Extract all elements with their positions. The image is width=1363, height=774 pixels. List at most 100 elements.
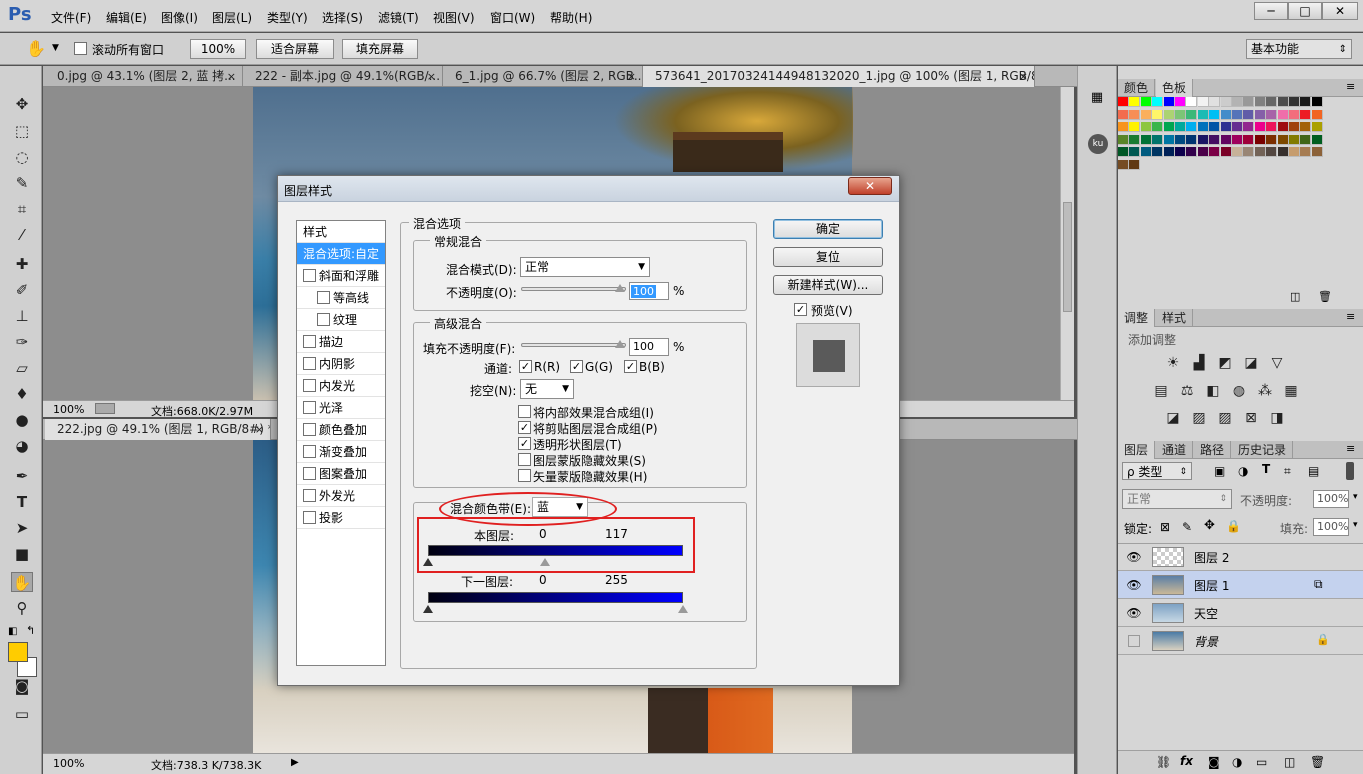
- color-swatch[interactable]: [1129, 159, 1141, 170]
- color-swatch[interactable]: [1232, 134, 1243, 145]
- fill-opacity-slider[interactable]: [521, 343, 626, 347]
- color-swatch[interactable]: [1152, 122, 1164, 132]
- tab-paths[interactable]: 路径: [1194, 441, 1232, 459]
- doc-tab-bottom[interactable]: 222.jpg @ 49.1% (图层 1, RGB/8#) * ×: [45, 419, 271, 440]
- color-swatch[interactable]: [1289, 122, 1300, 132]
- color-swatch[interactable]: [1243, 122, 1255, 132]
- color-swatch[interactable]: [1209, 147, 1221, 157]
- style-checkbox[interactable]: [303, 357, 316, 370]
- quick-mask-icon[interactable]: ◙: [11, 676, 33, 696]
- channel-g-checkbox[interactable]: ✓: [570, 360, 583, 373]
- fx-icon[interactable]: fx: [1180, 754, 1193, 768]
- menu-view[interactable]: 视图(V): [433, 9, 475, 26]
- style-checkbox[interactable]: [303, 511, 316, 524]
- path-select-tool-icon[interactable]: ➤: [11, 518, 33, 538]
- color-swatch[interactable]: [1289, 109, 1300, 120]
- color-swatch[interactable]: [1175, 97, 1186, 107]
- blur-tool-icon[interactable]: ●: [11, 410, 33, 430]
- color-swatch[interactable]: [1243, 109, 1255, 120]
- style-item[interactable]: 渐变叠加: [297, 441, 385, 463]
- color-swatch[interactable]: [1186, 109, 1198, 120]
- screen-mode-icon[interactable]: ▭: [11, 704, 33, 724]
- color-swatch[interactable]: [1311, 97, 1323, 107]
- color-swatch[interactable]: [1266, 147, 1278, 157]
- lock-transparent-icon[interactable]: ⊠: [1160, 520, 1170, 534]
- color-swatch[interactable]: [1197, 109, 1209, 120]
- layer-row-layer1[interactable]: 👁 图层 1 ⧉: [1118, 571, 1363, 599]
- hand-tool-icon[interactable]: ✋: [26, 39, 46, 58]
- black-white-icon[interactable]: ◧: [1204, 382, 1222, 400]
- color-swatch[interactable]: [1175, 147, 1186, 157]
- color-swatch[interactable]: [1197, 134, 1209, 145]
- color-swatch[interactable]: [1186, 147, 1198, 157]
- visibility-toggle-empty[interactable]: [1128, 635, 1140, 647]
- lasso-tool-icon[interactable]: ◌: [11, 147, 33, 167]
- color-swatch[interactable]: [1266, 122, 1278, 132]
- tab-swatches[interactable]: 色板: [1156, 79, 1194, 97]
- color-swatch[interactable]: [1266, 97, 1278, 107]
- close-icon[interactable]: ×: [1019, 66, 1028, 87]
- layer-name[interactable]: 天空: [1194, 605, 1218, 622]
- panel-menu-icon[interactable]: ≡: [1346, 442, 1355, 455]
- new-swatch-icon[interactable]: ◫: [1290, 290, 1300, 303]
- channel-b-checkbox[interactable]: ✓: [624, 360, 637, 373]
- eraser-tool-icon[interactable]: ▱: [11, 358, 33, 378]
- new-layer-icon[interactable]: ◫: [1284, 755, 1295, 769]
- layer-name[interactable]: 图层 2: [1194, 549, 1229, 566]
- style-checkbox[interactable]: [303, 489, 316, 502]
- color-swatch[interactable]: [1300, 147, 1312, 157]
- gradient-map-icon[interactable]: ◨: [1268, 409, 1286, 427]
- color-swatch[interactable]: [1277, 109, 1289, 120]
- color-swatch[interactable]: [1163, 147, 1175, 157]
- opacity-slider[interactable]: [521, 287, 626, 291]
- selective-color-icon[interactable]: ⊠: [1242, 409, 1260, 427]
- color-swatch[interactable]: [1277, 97, 1289, 107]
- menu-type[interactable]: 类型(Y): [267, 9, 308, 26]
- color-swatch[interactable]: [1289, 147, 1300, 157]
- color-swatch[interactable]: [1140, 122, 1152, 132]
- color-swatch[interactable]: [1186, 122, 1198, 132]
- chevron-down-icon[interactable]: ▾: [1353, 520, 1358, 530]
- style-checkbox[interactable]: [303, 467, 316, 480]
- tab-history[interactable]: 历史记录: [1232, 441, 1294, 459]
- style-checkbox[interactable]: [303, 445, 316, 458]
- under-layer-black-slider[interactable]: [423, 605, 433, 613]
- layer-filter-select[interactable]: ρ 类型 ⇕: [1122, 462, 1192, 480]
- foreground-color-swatch[interactable]: [8, 642, 28, 662]
- style-checkbox[interactable]: [303, 269, 316, 282]
- invert-icon[interactable]: ◪: [1164, 409, 1182, 427]
- layer-row-background[interactable]: 背景 🔒: [1118, 627, 1363, 655]
- new-style-button[interactable]: 新建样式(W)...: [773, 275, 883, 295]
- style-item[interactable]: 内阴影: [297, 353, 385, 375]
- hue-saturation-icon[interactable]: ▤: [1152, 382, 1170, 400]
- filter-type-icon[interactable]: T: [1262, 462, 1270, 476]
- photo-filter-icon[interactable]: ◍: [1230, 382, 1248, 400]
- tab-styles[interactable]: 样式: [1156, 309, 1194, 327]
- advanced-option-checkbox[interactable]: ✓: [518, 437, 531, 450]
- layer-row-layer2[interactable]: 👁 图层 2: [1118, 543, 1363, 571]
- color-swatch[interactable]: [1254, 109, 1266, 120]
- history-panel-icon[interactable]: ▦: [1088, 90, 1106, 108]
- rectangle-tool-icon[interactable]: ■: [11, 544, 33, 564]
- default-colors-icon[interactable]: ◧: [8, 626, 17, 637]
- style-checkbox[interactable]: [303, 401, 316, 414]
- dialog-title-bar[interactable]: 图层样式 ✕: [278, 176, 899, 202]
- color-swatch[interactable]: [1129, 122, 1141, 132]
- doc-tab-active[interactable]: 573641_20170324144948132020_1.jpg @ 100%…: [643, 66, 1035, 87]
- color-swatch[interactable]: [1209, 134, 1221, 145]
- color-swatch[interactable]: [1209, 97, 1221, 107]
- style-checkbox[interactable]: [317, 313, 330, 326]
- fill-opacity-input[interactable]: 100: [629, 338, 669, 356]
- color-swatch[interactable]: [1197, 97, 1209, 107]
- hand-tool-active-icon[interactable]: ✋: [11, 572, 33, 592]
- ku-plugin-icon[interactable]: ku: [1088, 134, 1108, 154]
- color-swatch[interactable]: [1243, 97, 1255, 107]
- blend-mode-select[interactable]: 正常 ▼: [520, 257, 650, 277]
- color-swatch[interactable]: [1152, 97, 1164, 107]
- history-brush-tool-icon[interactable]: ✑: [11, 332, 33, 352]
- color-swatch[interactable]: [1163, 97, 1175, 107]
- color-swatch[interactable]: [1254, 122, 1266, 132]
- zoom-100-button[interactable]: 100%: [190, 39, 246, 59]
- ok-button[interactable]: 确定: [773, 219, 883, 239]
- color-swatch[interactable]: [1163, 122, 1175, 132]
